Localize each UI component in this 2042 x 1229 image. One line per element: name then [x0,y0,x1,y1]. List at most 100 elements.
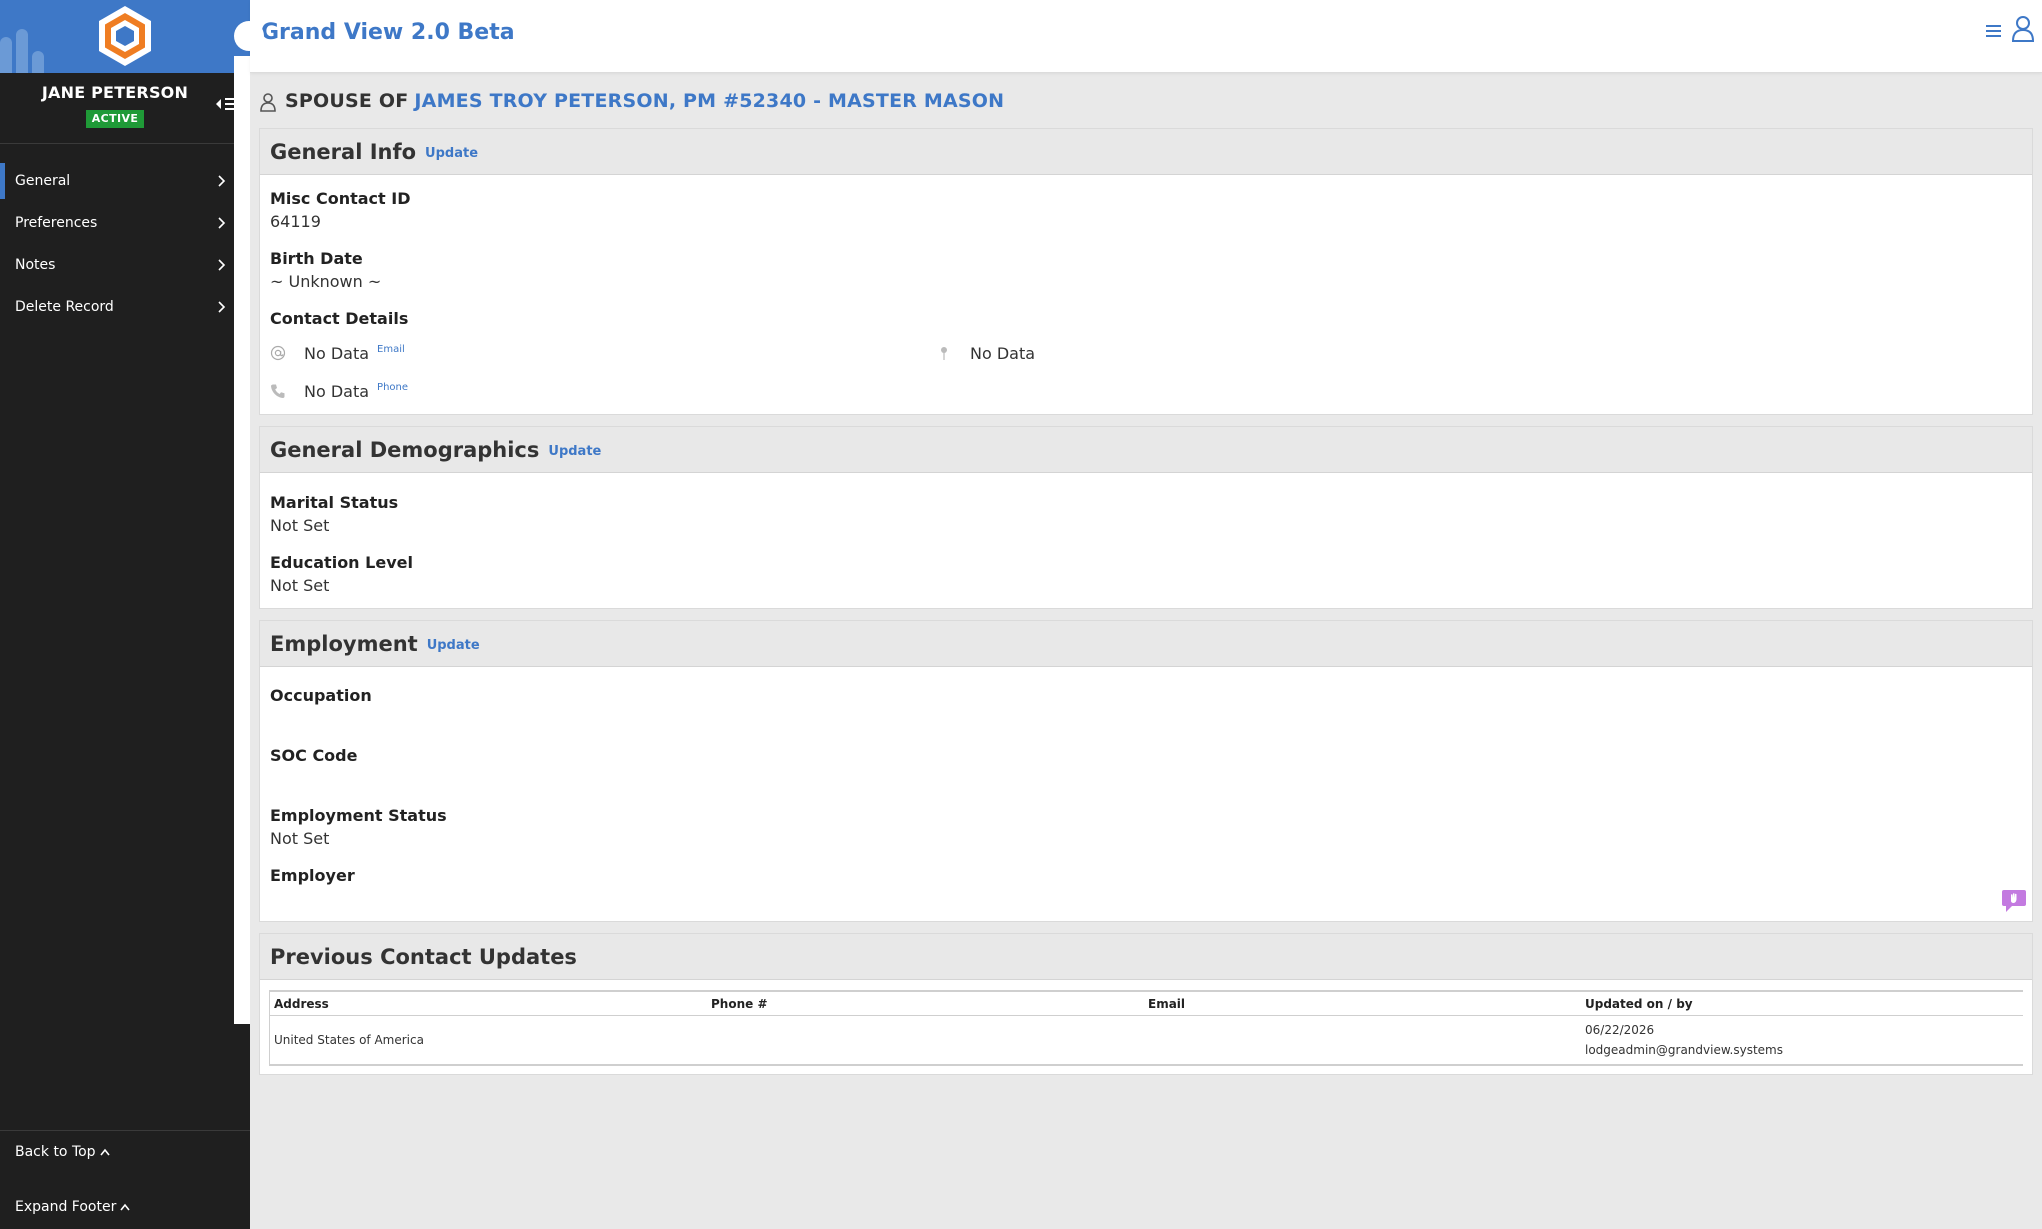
phone-tag-link[interactable]: Phone [377,382,408,393]
field-label: Occupation [270,686,372,705]
panel-header: General Info Update [260,129,2032,175]
chevron-right-icon [218,301,226,313]
general-info-panel: General Info Update Misc Contact ID 6411… [259,128,2033,415]
column-header-email: Email [1144,991,1581,1016]
user-name: JANE PETERSON [41,83,189,102]
brand-bars-decoration [0,0,60,73]
field-label: Marital Status [270,493,399,512]
field-label: Education Level [270,553,413,572]
field-value [270,767,2022,791]
panel-header: Employment Update [260,621,2032,667]
sidebar-item-preferences[interactable]: Preferences [0,202,250,244]
phone-value: No Data [304,381,370,401]
column-header-address: Address [270,991,707,1016]
field-label: Employment Status [270,806,447,825]
general-demographics-panel: General Demographics Update Marital Stat… [259,426,2033,609]
birth-date-field: Birth Date ~ Unknown ~ [270,247,2022,294]
sidebar-item-label: Preferences [15,215,98,231]
sidebar-footer-divider [0,1130,250,1131]
status-badge: ACTIVE [86,110,144,128]
address-value: No Data [970,343,1036,363]
chevron-right-icon [218,175,226,187]
employer-field: Employer [270,864,2022,911]
field-value: ~ Unknown ~ [270,272,382,291]
updates-table: Address Phone # Email Updated on / by Un… [270,991,2023,1065]
sidebar-item-label: Delete Record [15,299,114,315]
back-to-top-link[interactable]: Back to Top [15,1144,110,1160]
sidebar-item-notes[interactable]: Notes [0,244,250,286]
field-label: Birth Date [270,249,363,268]
sidebar-nav: General Preferences Notes Delete Record [0,144,250,328]
field-value: Not Set [270,576,330,595]
email-value: No Data [304,343,370,363]
top-header: Grand View 2.0 Beta [250,0,2042,73]
contact-row: No Data Email No Data [270,334,2022,372]
cell-email [1144,1015,1581,1065]
user-account-icon[interactable] [2011,15,2035,43]
chevron-right-icon [218,217,226,229]
spouse-member-link[interactable]: JAMES TROY PETERSON, PM #52340 - MASTER … [414,90,1004,112]
cell-address: United States of America [270,1015,707,1065]
field-label: SOC Code [270,746,358,765]
field-label: Employer [270,866,355,885]
sidebar: JANE PETERSON ACTIVE General Preferences… [0,0,250,1229]
panel-body: Address Phone # Email Updated on / by Un… [260,980,2032,1074]
panel-title: General Demographics [270,437,540,462]
menu-icon[interactable] [1984,22,2004,40]
updated-on: 06/22/2026 [1585,1023,1655,1037]
contact-details-field: Contact Details [270,307,2022,330]
back-to-top-label: Back to Top [15,1144,96,1160]
field-value [270,707,2022,731]
field-value: Not Set [270,829,330,848]
table-header-row: Address Phone # Email Updated on / by [270,991,2023,1016]
panel-body: Occupation SOC Code Employment Status No… [260,667,2032,921]
education-level-field: Education Level Not Set [270,551,2022,598]
column-header-phone: Phone # [707,991,1144,1016]
field-label: Contact Details [270,309,409,328]
feedback-widget-icon[interactable] [2000,886,2028,914]
update-demographics-button[interactable]: Update [548,444,601,459]
updates-table-wrapper: Address Phone # Email Updated on / by Un… [269,990,2023,1066]
misc-contact-id-field: Misc Contact ID 64119 [270,187,2022,234]
sidebar-item-label: Notes [15,257,56,273]
chevron-up-icon [120,1203,130,1211]
expand-footer-label: Expand Footer [15,1199,117,1215]
panel-header: Previous Contact Updates [260,934,2032,980]
page-header: SPOUSE OF JAMES TROY PETERSON, PM #52340… [259,73,2033,128]
cell-phone [707,1015,1144,1065]
address-contact: No Data [936,344,1602,363]
email-at-icon [270,345,286,361]
field-label: Misc Contact ID [270,189,411,208]
occupation-field: Occupation [270,684,2022,731]
map-pin-icon [941,347,947,360]
panel-title: General Info [270,139,417,164]
marital-status-field: Marital Status Not Set [270,491,2022,538]
soc-code-field: SOC Code [270,744,2022,791]
grandview-logo-icon[interactable] [95,4,155,68]
previous-contact-updates-panel: Previous Contact Updates Address Phone #… [259,933,2033,1075]
field-value [270,887,2022,911]
chevron-up-icon [99,1148,110,1156]
update-general-info-button[interactable]: Update [425,146,478,161]
expand-footer-link[interactable]: Expand Footer [15,1199,130,1215]
sidebar-item-label: General [15,173,71,189]
update-employment-button[interactable]: Update [427,638,480,653]
panel-header: General Demographics Update [260,427,2032,473]
sidebar-item-delete-record[interactable]: Delete Record [0,286,250,328]
sidebar-item-general[interactable]: General [0,160,250,202]
updated-by: lodgeadmin@grandview.systems [1585,1043,1783,1057]
phone-contact: No Data Phone [270,382,936,401]
panel-body: Marital Status Not Set Education Level N… [260,473,2032,608]
contact-row: No Data Phone [270,372,2022,410]
spouse-of-label: SPOUSE OF [285,89,409,112]
employment-status-field: Employment Status Not Set [270,804,2022,851]
field-value: 64119 [270,212,321,231]
email-tag-link[interactable]: Email [377,344,405,355]
email-contact: No Data Email [270,344,936,363]
table-row: United States of America 06/22/2026 lodg… [270,1015,2023,1065]
panel-title: Previous Contact Updates [270,944,577,969]
panel-title: Employment [270,631,418,656]
sidebar-edge-strip [234,56,250,1024]
sidebar-toggle-knob[interactable] [234,21,264,51]
app-title[interactable]: Grand View 2.0 Beta [261,20,515,45]
